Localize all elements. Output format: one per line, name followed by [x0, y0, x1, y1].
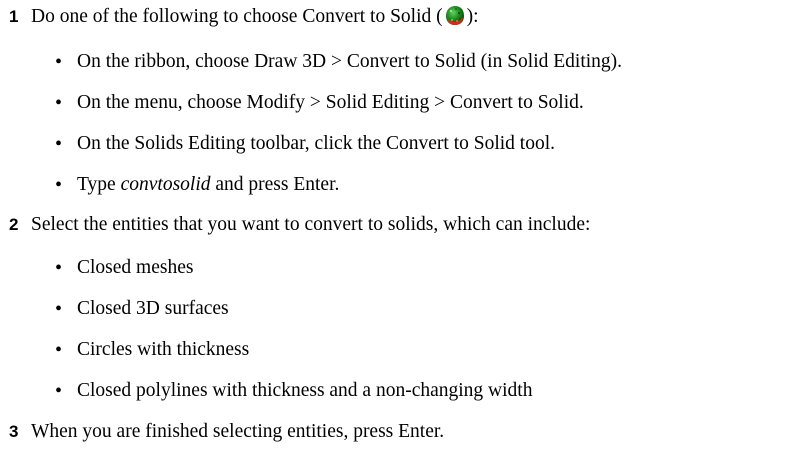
list-item: • Closed 3D surfaces [0, 294, 790, 324]
step-text-before-icon: Do one of the following to choose Conver… [31, 6, 443, 27]
list-item: • Closed meshes [0, 253, 790, 283]
bullet-text: Circles with thickness [77, 339, 250, 360]
bullet-icon: • [55, 51, 63, 73]
list-item: • Type convtosolid and press Enter. [0, 170, 790, 200]
step-number: 1 [9, 7, 19, 26]
bullet-text: Closed 3D surfaces [77, 298, 229, 319]
step-number: 2 [9, 215, 19, 234]
bullet-text: Closed polylines with thickness and a no… [77, 380, 533, 401]
step-text: When you are finished selecting entities… [31, 421, 445, 442]
bullet-text: On the menu, choose Modify > Solid Editi… [77, 92, 584, 113]
command-name: convtosolid [120, 174, 211, 195]
step-text-after-icon: ): [466, 6, 479, 27]
bullet-text: Type convtosolid and press Enter. [77, 170, 339, 200]
bullet-icon: • [55, 339, 63, 361]
bullet-icon: • [55, 133, 63, 155]
step-text: Select the entities that you want to con… [31, 214, 591, 235]
step-number: 3 [9, 422, 19, 441]
list-item: • On the ribbon, choose Draw 3D > Conver… [0, 47, 790, 77]
list-item: • Closed polylines with thickness and a … [0, 376, 790, 406]
bullet-text: Closed meshes [77, 257, 194, 278]
type-suffix: and press Enter. [210, 174, 340, 195]
step-2: 2 Select the entities that you want to c… [0, 210, 790, 240]
type-prefix: Type [77, 174, 121, 195]
bullet-icon: • [55, 174, 63, 196]
step-text: Do one of the following to choose Conver… [31, 2, 479, 36]
bullet-icon: • [55, 92, 63, 114]
step-3: 3 When you are finished selecting entiti… [0, 417, 790, 447]
list-item: • On the menu, choose Modify > Solid Edi… [0, 88, 790, 118]
convert-to-solid-icon [444, 5, 466, 36]
bullet-icon: • [55, 257, 63, 279]
bullet-text: On the ribbon, choose Draw 3D > Convert … [77, 51, 623, 72]
document-page: 1 Do one of the following to choose Conv… [0, 0, 790, 456]
bullet-icon: • [55, 298, 63, 320]
bullet-icon: • [55, 380, 63, 402]
bullet-text: On the Solids Editing toolbar, click the… [77, 133, 556, 154]
list-item: • On the Solids Editing toolbar, click t… [0, 129, 790, 159]
step-1: 1 Do one of the following to choose Conv… [0, 2, 790, 32]
list-item: • Circles with thickness [0, 335, 790, 365]
